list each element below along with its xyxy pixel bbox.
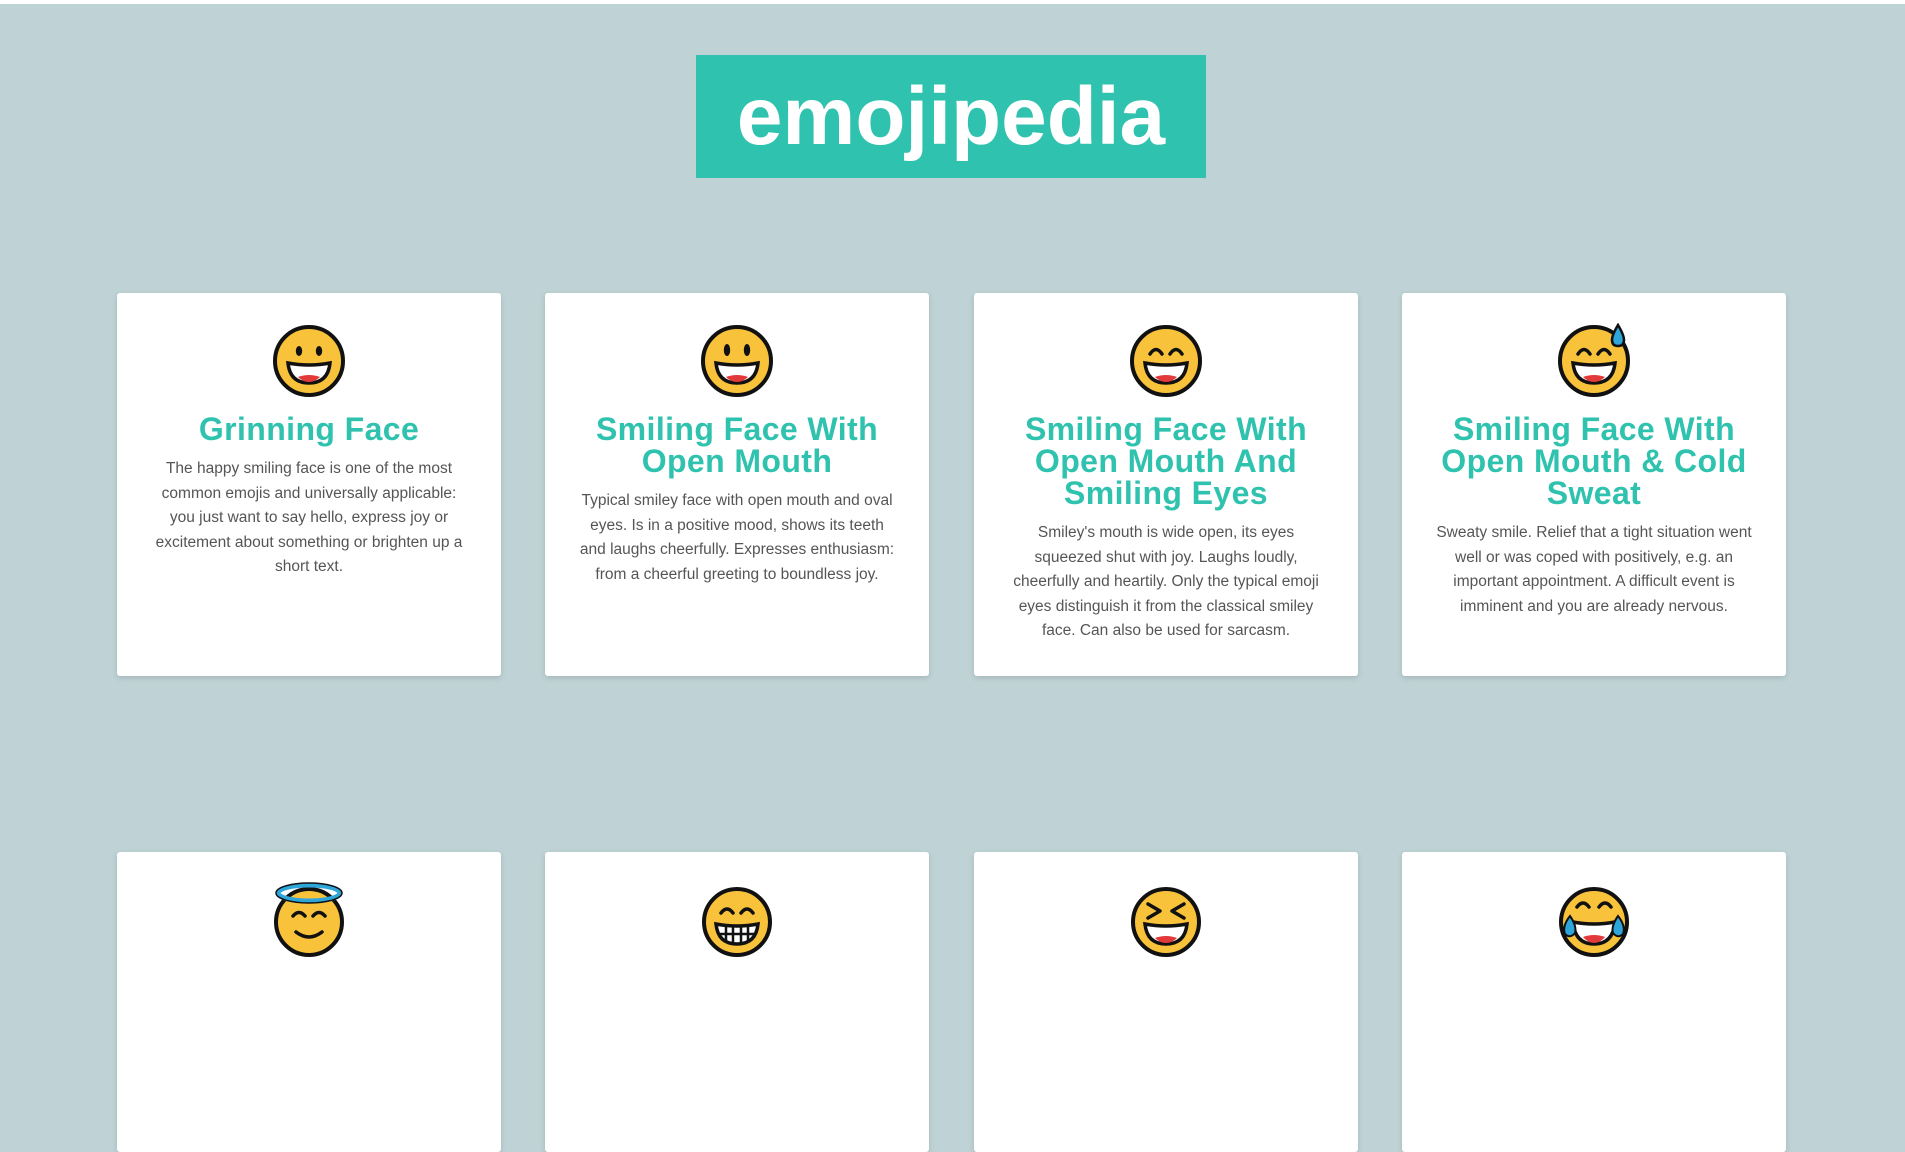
top-strip [0,0,1905,4]
smiling-face-cold-sweat-icon [1558,323,1630,397]
grinning-face-icon [273,325,345,397]
card-title: Smiling Face With Open Mouth And Smiling… [1024,411,1308,511]
site-logo[interactable]: emojipedia [696,55,1206,178]
smiling-face-open-mouth-icon [701,325,773,397]
squinting-laughing-face-icon [1131,887,1201,957]
face-with-tears-of-joy-icon [1559,887,1629,957]
card-title: Grinning Face [198,411,420,447]
emoji-card[interactable] [117,852,501,1152]
smiling-face-halo-icon [274,882,344,957]
card-title: Smiling Face With Open Mouth [595,411,879,479]
emoji-card[interactable]: Smiling Face With Open Mouth & Cold Swea… [1402,293,1786,676]
smiling-face-open-mouth-smiling-eyes-icon [1130,325,1202,397]
card-description: Sweaty smile. Relief that a tight situat… [1436,524,1752,615]
card-description: Typical smiley face with open mouth and … [579,492,895,583]
emoji-card[interactable] [545,852,929,1152]
emoji-card[interactable]: Grinning Face The happy smiling face is … [117,293,501,676]
grimacing-face-icon [702,887,772,957]
card-description: The happy smiling face is one of the mos… [155,460,463,575]
emoji-card[interactable]: Smiling Face With Open Mouth And Smiling… [974,293,1358,676]
emoji-card[interactable] [1402,852,1786,1152]
emoji-card[interactable] [974,852,1358,1152]
emoji-card[interactable]: Smiling Face With Open Mouth Typical smi… [545,293,929,676]
card-title: Smiling Face With Open Mouth & Cold Swea… [1441,411,1747,511]
card-description: Smiley's mouth is wide open, its eyes sq… [1013,524,1319,639]
